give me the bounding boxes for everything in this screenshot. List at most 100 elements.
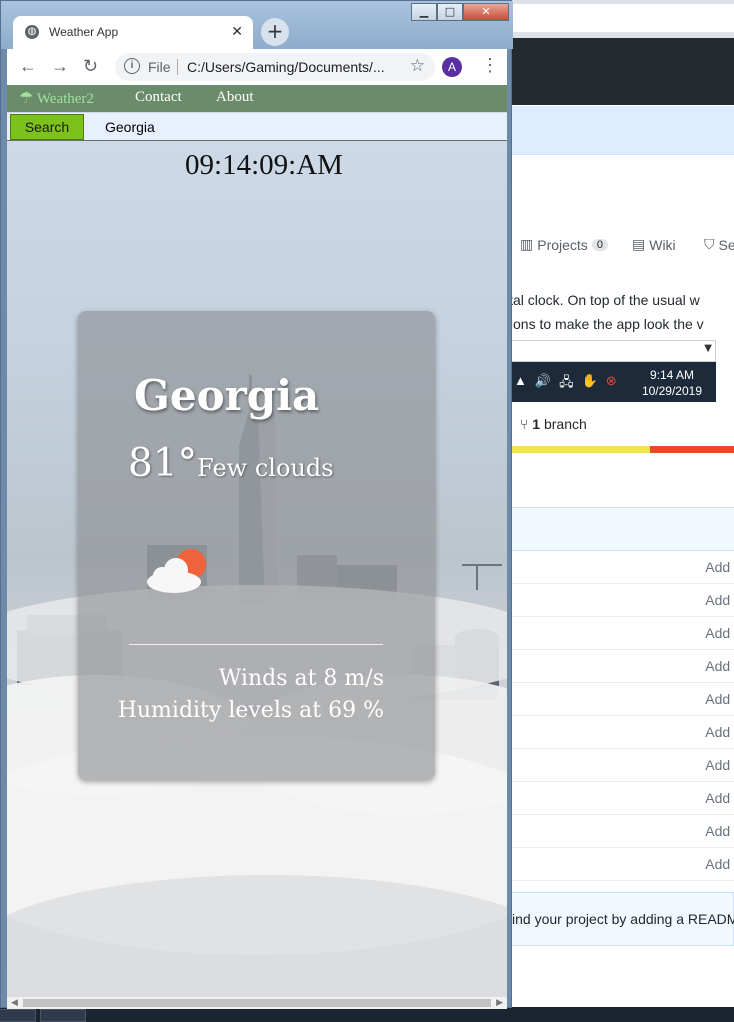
branch-label: branch xyxy=(543,416,587,432)
horizontal-scrollbar[interactable]: ◀ ▶ xyxy=(7,997,507,1009)
background-address-bar[interactable] xyxy=(506,4,734,32)
tray-date: 10/29/2019 xyxy=(641,384,702,398)
browser-menu-icon[interactable]: ⋮ xyxy=(481,55,499,76)
file-row[interactable]: Add f xyxy=(506,650,734,683)
commit-message: Add f xyxy=(705,790,734,806)
commit-message: Add f xyxy=(705,856,734,872)
description-line: ital clock. On top of the usual w xyxy=(506,292,700,308)
background-dropdown[interactable]: ▼ xyxy=(506,340,716,362)
file-row[interactable]: Add f xyxy=(506,716,734,749)
readme-prompt: ind your project by adding a READM xyxy=(506,892,734,946)
window-controls: ▁ □ ✕ xyxy=(411,3,509,21)
branch-icon: ⑂ xyxy=(520,416,529,432)
commit-message: Add f xyxy=(705,823,734,839)
partly-cloudy-icon xyxy=(147,549,206,593)
humidity: Humidity levels at 69 % xyxy=(117,698,384,723)
info-icon[interactable]: i xyxy=(124,58,140,74)
projects-icon: ▥ xyxy=(520,236,534,252)
browser-tab[interactable]: ◍ Weather App ✕ xyxy=(13,16,253,49)
commit-message: Add f xyxy=(705,592,734,608)
alert-icon[interactable]: ⊗ xyxy=(606,373,617,395)
window-title-bar: ▁ □ ✕ ◍ Weather App ✕ + xyxy=(1,1,513,49)
file-row[interactable]: Add f xyxy=(506,848,734,881)
tray-time: 9:14 AM xyxy=(649,368,694,382)
readme-prompt-text: ind your project by adding a READM xyxy=(512,911,734,927)
file-row[interactable]: Add f xyxy=(506,584,734,617)
file-row[interactable]: Add f xyxy=(506,617,734,650)
profile-avatar[interactable]: A xyxy=(442,57,462,77)
taskbar-button[interactable] xyxy=(0,1009,36,1022)
tray-expand-icon[interactable]: ▲ xyxy=(514,373,527,395)
temperature-line: 81°Few clouds xyxy=(128,441,334,486)
chrome-window: ▁ □ ✕ ◍ Weather App ✕ + ← → ↻ i File C:/… xyxy=(0,0,513,1009)
commit-message: Add f xyxy=(705,724,734,740)
url-text[interactable]: C:/Users/Gaming/Documents/... xyxy=(187,59,385,75)
close-window-button[interactable]: ✕ xyxy=(463,3,509,21)
page-viewport: ☂ Weather2 Contact About Search 09:14:09… xyxy=(7,85,507,997)
commit-message: Add f xyxy=(705,658,734,674)
commit-message: Add f xyxy=(705,559,734,575)
file-row[interactable]: Add f xyxy=(506,815,734,848)
chevron-down-icon: ▼ xyxy=(704,343,712,354)
repo-tab-label: Se xyxy=(718,236,734,253)
windows-taskbar xyxy=(0,1007,734,1022)
temperature: 81° xyxy=(128,441,198,486)
description-line: tions to make the app look the v xyxy=(506,316,704,332)
file-row[interactable]: Add f xyxy=(506,551,734,584)
city-search-input[interactable] xyxy=(89,114,505,140)
scroll-right-icon[interactable]: ▶ xyxy=(496,998,503,1008)
globe-icon: ◍ xyxy=(25,25,39,39)
tray-clock[interactable]: 9:14 AM 10/29/2019 xyxy=(642,367,702,399)
file-row[interactable]: Add f xyxy=(506,749,734,782)
site-navbar: ☂ Weather2 Contact About xyxy=(7,85,507,112)
repo-tab-label: Projects xyxy=(537,236,588,253)
scroll-left-icon[interactable]: ◀ xyxy=(11,998,18,1008)
github-header xyxy=(506,38,734,105)
language-segment-html xyxy=(650,446,734,453)
reload-icon[interactable]: ↻ xyxy=(83,56,98,77)
commit-message: Add f xyxy=(705,625,734,641)
shield-icon: ⛉ xyxy=(704,236,715,252)
card-divider xyxy=(129,644,383,645)
branch-count[interactable]: ⑂ 1 branch xyxy=(520,416,587,432)
brand-link[interactable]: ☂ Weather2 xyxy=(19,88,94,108)
weather-description: Few clouds xyxy=(197,454,334,482)
github-notice-bar xyxy=(506,106,734,155)
browser-toolbar: ← → ↻ i File C:/Users/Gaming/Documents/.… xyxy=(7,49,507,85)
repo-description: ital clock. On top of the usual w tions … xyxy=(506,288,734,336)
scheme-label: File xyxy=(148,59,171,75)
file-row[interactable]: Add f xyxy=(506,782,734,815)
tab-title: Weather App xyxy=(49,25,119,39)
forward-arrow-icon[interactable]: → xyxy=(51,56,69,77)
scrollbar-thumb[interactable] xyxy=(23,999,491,1007)
bookmark-star-icon[interactable]: ☆ xyxy=(410,56,425,76)
language-bar xyxy=(506,446,734,453)
new-tab-button[interactable]: + xyxy=(261,18,289,46)
tray-icons: ▲ 🔊 🖧 ✋ ⊗ xyxy=(514,373,617,395)
taskbar-button[interactable] xyxy=(40,1009,86,1022)
nav-link-about[interactable]: About xyxy=(216,89,254,106)
nav-link-contact[interactable]: Contact xyxy=(135,89,182,106)
umbrella-icon: ☂ xyxy=(19,90,34,107)
projects-count-badge: 0 xyxy=(591,238,608,251)
search-button[interactable]: Search xyxy=(10,114,84,140)
hand-icon[interactable]: ✋ xyxy=(582,373,598,395)
maximize-button[interactable]: □ xyxy=(437,3,463,21)
search-form: Search xyxy=(7,113,507,141)
repo-tab-security[interactable]: ⛉ Se xyxy=(704,236,734,253)
branch-count-number: 1 xyxy=(532,416,541,432)
address-bar[interactable]: i File C:/Users/Gaming/Documents/... ☆ xyxy=(115,53,435,81)
commit-message: Add f xyxy=(705,757,734,773)
network-icon[interactable]: 🖧 xyxy=(559,373,574,395)
brand-name: Weather2 xyxy=(36,91,94,107)
repo-tab-projects[interactable]: ▥ Projects 0 xyxy=(520,236,608,253)
minimize-button[interactable]: ▁ xyxy=(411,3,437,21)
city-name: Georgia xyxy=(134,371,320,420)
volume-icon[interactable]: 🔊 xyxy=(535,373,551,395)
repo-nav: ▥ Projects 0 ▤ Wiki ⛉ Se xyxy=(506,232,734,260)
tab-close-button[interactable]: ✕ xyxy=(231,23,243,40)
back-arrow-icon[interactable]: ← xyxy=(19,56,37,77)
repo-tab-wiki[interactable]: ▤ Wiki xyxy=(632,236,676,253)
address-divider xyxy=(177,59,178,75)
file-row[interactable]: Add f xyxy=(506,683,734,716)
